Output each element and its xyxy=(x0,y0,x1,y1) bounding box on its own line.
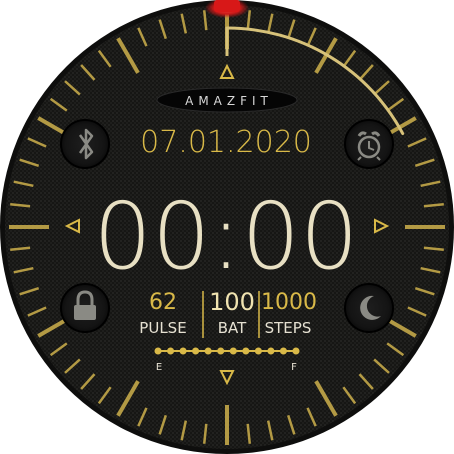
fuel-gauge-empty-label: E xyxy=(156,362,162,373)
date-display: 07.01.2020 xyxy=(140,125,312,160)
alarm-button[interactable] xyxy=(344,119,394,169)
time-display: 00:00 xyxy=(93,183,358,290)
battery-label: BAT xyxy=(218,319,247,337)
pulse-value: 62 xyxy=(149,290,177,315)
fuel-gauge-dot xyxy=(279,347,287,355)
brand-name: AMAZFIT xyxy=(185,94,273,108)
steps-value: 1000 xyxy=(261,290,317,315)
night-mode-button[interactable] xyxy=(344,283,394,333)
fuel-gauge-dot xyxy=(167,347,175,355)
steps-label: STEPS xyxy=(265,319,312,337)
fuel-gauge-dot xyxy=(242,347,250,355)
watch-face-screen: AMAZFIT 07.01.2020 00:00 62 PULSE 100 BA… xyxy=(0,0,454,454)
fuel-gauge-dot xyxy=(179,347,187,355)
pulse-label: PULSE xyxy=(139,319,186,337)
fuel-gauge-dot xyxy=(154,347,162,355)
fuel-gauge-full-label: F xyxy=(291,362,297,373)
top-indicator-light xyxy=(214,0,240,12)
watch-face: AMAZFIT 07.01.2020 00:00 62 PULSE 100 BA… xyxy=(0,0,454,454)
fuel-gauge-dot xyxy=(254,347,262,355)
fuel-gauge-dot xyxy=(204,347,212,355)
fuel-gauge-dot xyxy=(229,347,237,355)
battery-value: 100 xyxy=(209,288,255,316)
fuel-gauge-dot xyxy=(292,347,300,355)
fuel-gauge-dot xyxy=(267,347,275,355)
brand-badge: AMAZFIT xyxy=(156,87,298,113)
fuel-gauge-dot xyxy=(217,347,225,355)
bluetooth-button[interactable] xyxy=(60,119,110,169)
fuel-gauge-dot xyxy=(192,347,200,355)
lock-button[interactable] xyxy=(60,283,110,333)
